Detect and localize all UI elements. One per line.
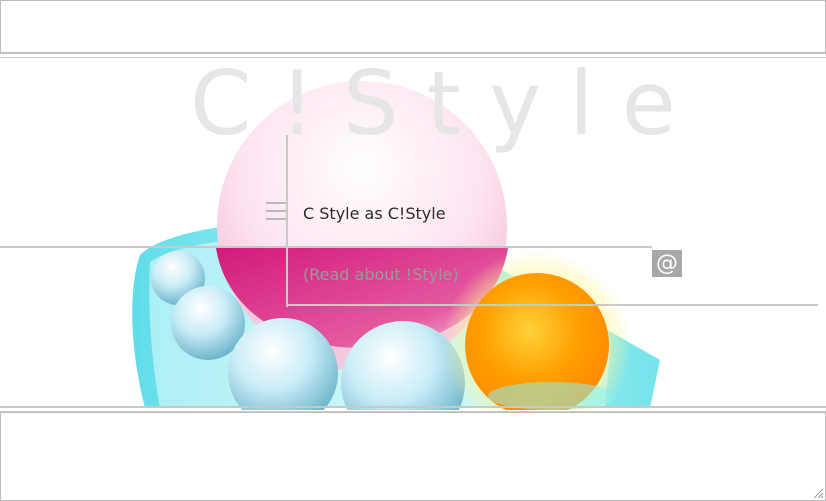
bottom-panel	[0, 412, 826, 501]
top-panel	[0, 0, 826, 53]
brand-watermark: C!Style	[190, 52, 704, 155]
mid-divider	[0, 246, 652, 248]
email-button[interactable]: @	[652, 250, 682, 277]
read-about-link[interactable]: (Read about !Style)	[303, 265, 459, 284]
resize-grip-icon[interactable]	[812, 487, 824, 499]
guide-line-horizontal	[286, 304, 818, 306]
page-title: C Style as C!Style	[303, 204, 446, 223]
bottom-divider	[0, 406, 826, 408]
menu-icon[interactable]	[266, 200, 288, 226]
